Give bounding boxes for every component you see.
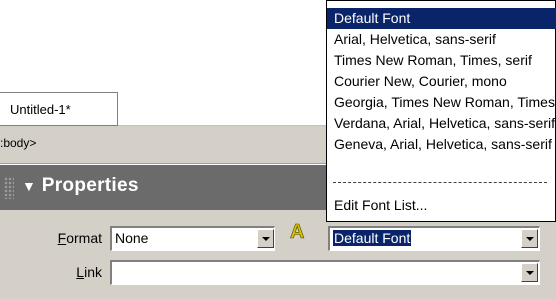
font-menu-item-arial[interactable]: Arial, Helvetica, sans-serif — [327, 29, 556, 50]
document-tab-label: Untitled-1* — [10, 102, 71, 117]
format-label-text: Format — [57, 230, 102, 246]
font-dropdown-button[interactable] — [521, 229, 538, 248]
properties-panel — [0, 210, 556, 299]
font-menu-item-courier[interactable]: Courier New, Courier, mono — [327, 71, 556, 92]
grip-icon[interactable] — [4, 177, 14, 199]
properties-title-label: Properties — [41, 175, 139, 196]
properties-title: ▼ Properties — [22, 175, 139, 197]
format-select[interactable]: None — [110, 226, 275, 251]
format-select-value: None — [115, 230, 149, 246]
format-dropdown-button[interactable] — [257, 229, 274, 248]
link-label: Link — [34, 264, 102, 280]
font-menu-item-verdana[interactable]: Verdana, Arial, Helvetica, sans-serif — [327, 113, 556, 134]
font-select-value: Default Font — [333, 230, 412, 246]
expand-triangle-icon[interactable]: ▼ — [22, 178, 36, 194]
link-input[interactable] — [110, 260, 540, 285]
document-tab[interactable]: Untitled-1* — [0, 92, 118, 126]
link-dropdown-button[interactable] — [521, 263, 538, 282]
tag-selector-body[interactable]: :body> — [0, 136, 36, 150]
font-menu-item-times[interactable]: Times New Roman, Times, serif — [327, 50, 556, 71]
link-label-text: Link — [76, 264, 102, 280]
font-menu-item-georgia[interactable]: Georgia, Times New Roman, Times, serif — [327, 92, 556, 113]
css-style-a-icon: A — [290, 221, 305, 244]
font-menu-item-default[interactable]: Default Font — [327, 8, 556, 29]
menu-separator — [333, 182, 547, 183]
font-select[interactable]: Default Font — [328, 226, 540, 251]
font-menu-item-geneva[interactable]: Geneva, Arial, Helvetica, sans-serif — [327, 134, 556, 155]
format-label: Format — [34, 230, 102, 246]
font-dropdown-menu: Default Font Arial, Helvetica, sans-seri… — [326, 0, 556, 222]
font-menu-item-edit-list[interactable]: Edit Font List... — [327, 195, 556, 216]
